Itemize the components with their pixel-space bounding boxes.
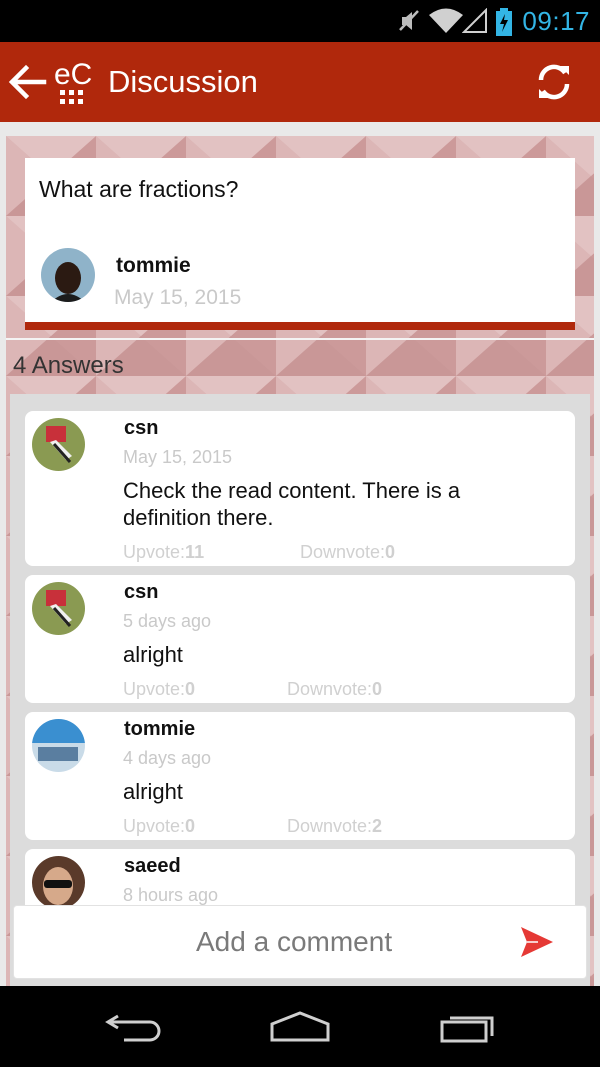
downvote-label: Downvote: <box>287 816 373 836</box>
wifi-icon <box>429 8 463 33</box>
send-icon[interactable] <box>520 926 554 958</box>
downvote-count: 0 <box>385 542 396 562</box>
downvote-button[interactable]: Downvote:0 <box>300 542 395 563</box>
answer-text: alright <box>123 779 183 804</box>
answer-card[interactable]: csn 5 days ago alright Upvote:0 Downvote… <box>25 575 575 703</box>
question-date: May 15, 2015 <box>114 286 242 309</box>
refresh-icon[interactable] <box>534 62 574 102</box>
upvote-count: 0 <box>185 679 196 699</box>
question-card: What are fractions? tommie May 15, 2015 <box>25 158 575 330</box>
answer-author: saeed <box>124 855 181 877</box>
answer-author: csn <box>124 581 159 603</box>
question-author: tommie <box>116 254 191 277</box>
comment-input[interactable]: Add a comment <box>196 926 392 958</box>
discussion-content[interactable]: What are fractions? tommie May 15, 2015 … <box>0 122 600 986</box>
mute-icon <box>399 10 419 31</box>
answers-list[interactable]: csn May 15, 2015 Check the read content.… <box>10 394 590 986</box>
answers-count: 4 Answers <box>13 352 124 379</box>
answer-text: Check the read content. There is a defin… <box>123 478 461 530</box>
logo-text: eC <box>54 58 92 91</box>
upvote-label: Upvote: <box>123 816 186 836</box>
answer-author: csn <box>124 417 159 439</box>
answer-time: 8 hours ago <box>123 885 219 905</box>
answer-card[interactable]: csn May 15, 2015 Check the read content.… <box>25 411 575 566</box>
question-underline <box>25 322 575 330</box>
downvote-label: Downvote: <box>287 679 373 699</box>
recents-icon[interactable] <box>438 1010 498 1044</box>
answer-time: 4 days ago <box>123 748 212 768</box>
downvote-count: 2 <box>372 816 383 836</box>
upvote-button[interactable]: Upvote:11 <box>123 542 204 563</box>
status-bar: 09:17 <box>0 0 600 42</box>
back-icon[interactable] <box>104 1010 164 1044</box>
upvote-label: Upvote: <box>123 679 186 699</box>
answer-card[interactable]: tommie 4 days ago alright Upvote:0 Downv… <box>25 712 575 840</box>
downvote-label: Downvote: <box>300 542 386 562</box>
downvote-button[interactable]: Downvote:0 <box>287 679 382 700</box>
downvote-button[interactable]: Downvote:2 <box>287 816 382 837</box>
upvote-label: Upvote: <box>123 542 186 562</box>
clock: 09:17 <box>522 6 590 36</box>
avatar <box>32 719 85 772</box>
downvote-count: 0 <box>372 679 383 699</box>
avatar <box>32 856 85 909</box>
comment-bar[interactable]: Add a comment <box>13 905 587 979</box>
upvote-button[interactable]: Upvote:0 <box>123 679 195 700</box>
back-arrow-icon[interactable] <box>6 62 48 102</box>
app-bar: eC Discussion <box>0 42 600 122</box>
answer-author: tommie <box>124 718 196 740</box>
upvote-button[interactable]: Upvote:0 <box>123 816 195 837</box>
answer-time: 5 days ago <box>123 611 212 631</box>
avatar <box>41 248 95 302</box>
signal-icon <box>462 8 487 33</box>
home-icon[interactable] <box>268 1010 332 1044</box>
upvote-count: 0 <box>185 816 196 836</box>
battery-charging-icon <box>496 8 512 36</box>
divider <box>6 338 594 340</box>
app-logo: eC <box>54 58 92 104</box>
nav-bar <box>0 986 600 1067</box>
upvote-count: 11 <box>185 542 205 562</box>
answer-text: alright <box>123 642 183 667</box>
avatar <box>32 418 85 471</box>
answer-time: May 15, 2015 <box>123 447 233 467</box>
page-title: Discussion <box>108 64 258 99</box>
question-text: What are fractions? <box>39 176 239 202</box>
avatar <box>32 582 85 635</box>
